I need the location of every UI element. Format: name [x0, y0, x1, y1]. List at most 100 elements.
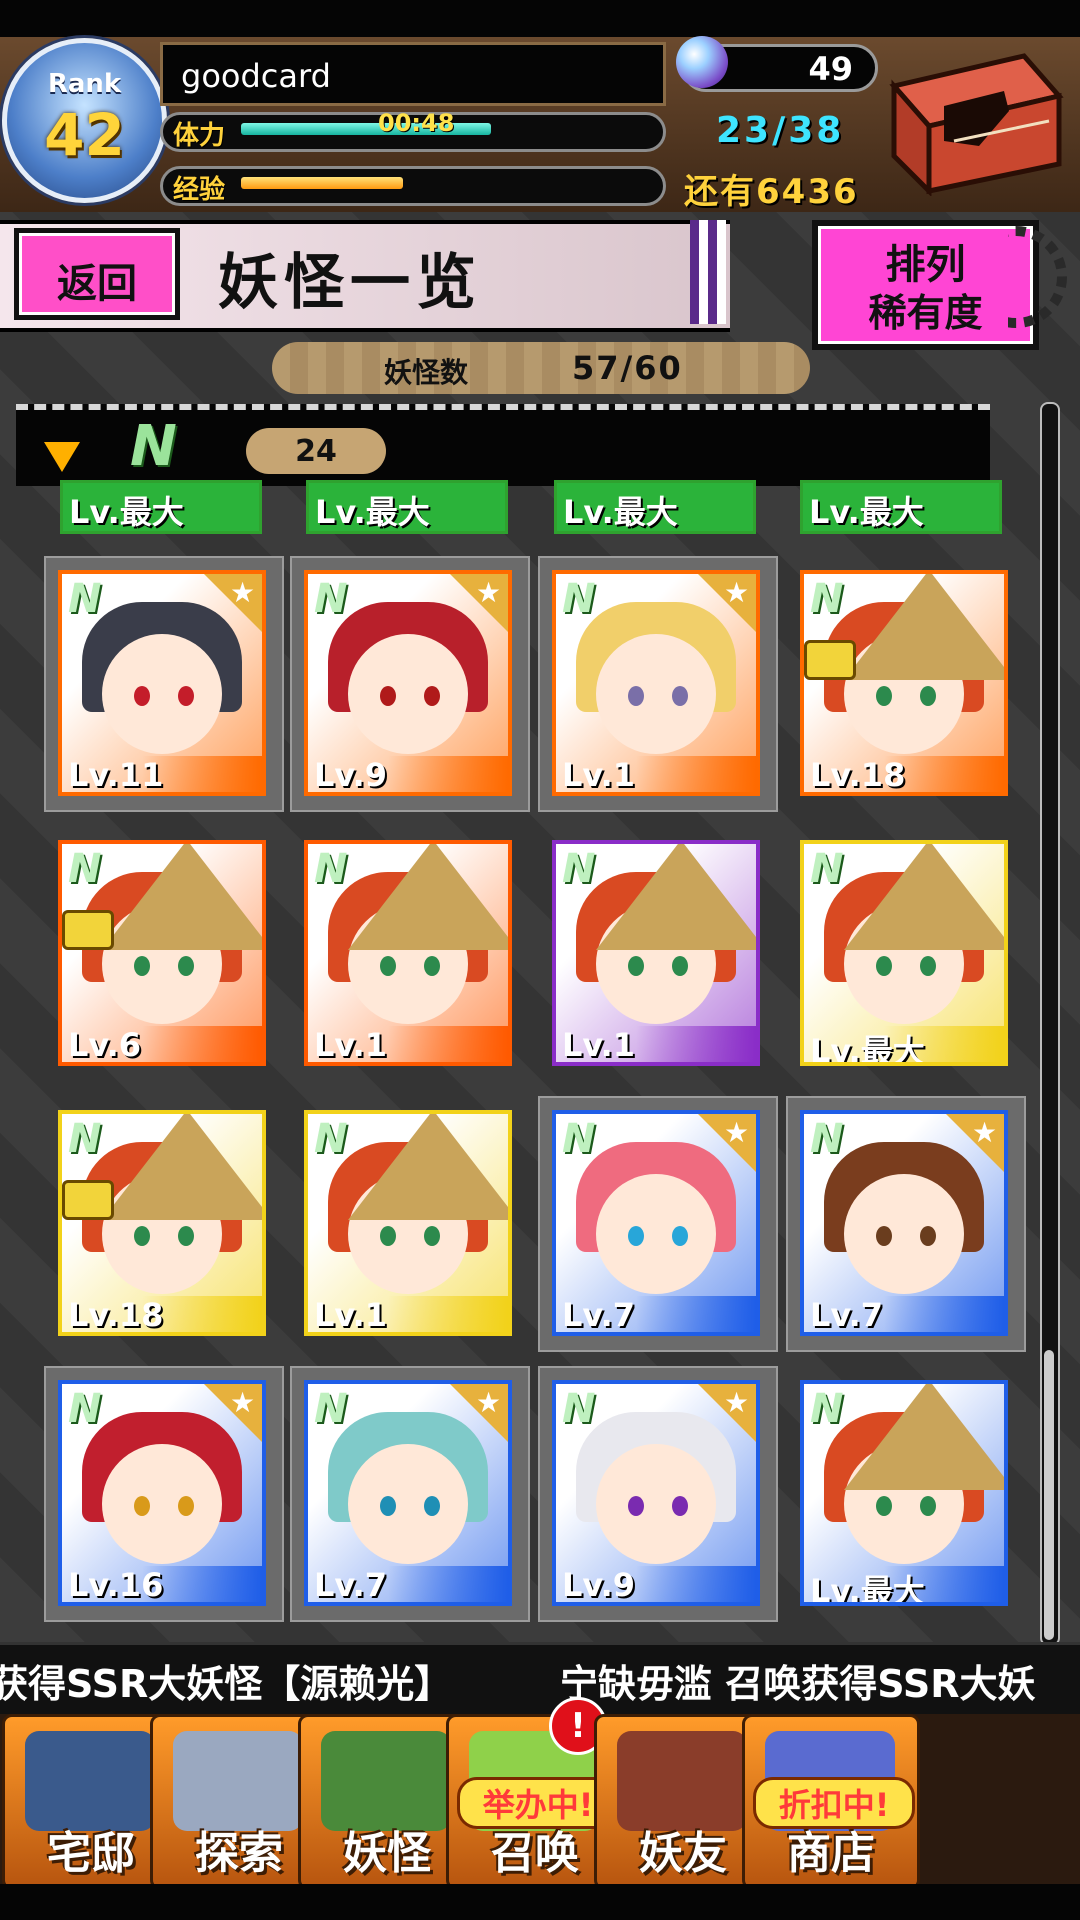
star-icon: ★: [698, 1384, 756, 1442]
card-level: Lv.6: [68, 1026, 142, 1064]
portrait-eye: [672, 1496, 688, 1516]
card-rarity: N: [68, 576, 102, 622]
gem-orb-icon: [676, 36, 728, 88]
yokai-card[interactable]: N Lv.18: [58, 1110, 266, 1336]
card-level: Lv.最大: [563, 493, 678, 531]
portrait-eye: [920, 686, 936, 706]
portrait-eye: [628, 1496, 644, 1516]
exp-remaining: 还有6436: [684, 172, 859, 212]
page-title: 妖怪一览: [218, 248, 482, 318]
stamina-timer: 00:48: [378, 109, 455, 137]
star-icon: ★: [450, 1384, 508, 1442]
partial-card[interactable]: Lv.最大: [306, 480, 508, 534]
card-level-band: Lv.最大: [804, 1566, 1004, 1602]
portrait-eye: [876, 1226, 892, 1246]
nav-5-button[interactable]: 商店 折扣中!: [742, 1714, 920, 1890]
portrait-face: [348, 634, 468, 754]
portrait-eye: [672, 1226, 688, 1246]
yokai-card[interactable]: N ★ Lv.9: [552, 1380, 760, 1606]
portrait-eye: [920, 956, 936, 976]
card-level: Lv.1: [314, 1296, 388, 1334]
card-level-band: Lv.6: [62, 1026, 262, 1062]
back-button[interactable]: 返回: [14, 228, 180, 320]
house-icon: [25, 1731, 155, 1831]
card-rarity: N: [68, 1116, 102, 1162]
card-rarity: N: [810, 1386, 844, 1432]
lock-icon: [62, 1180, 114, 1220]
portrait-eye: [134, 686, 150, 706]
card-rarity: N: [562, 1386, 596, 1432]
partial-card[interactable]: Lv.最大: [554, 480, 756, 534]
card-level: Lv.18: [810, 756, 906, 794]
lock-icon: [62, 910, 114, 950]
portrait-eye: [380, 686, 396, 706]
card-level: Lv.1: [562, 1026, 636, 1064]
card-rarity: N: [810, 846, 844, 892]
portrait-eye: [876, 956, 892, 976]
yokai-card[interactable]: N ★ Lv.7: [552, 1110, 760, 1336]
gem-count: 49: [808, 50, 853, 88]
yokai-card[interactable]: N ★ Lv.7: [800, 1110, 1008, 1336]
collapse-triangle-icon: [44, 442, 80, 472]
yokai-count-value: 57/60: [572, 349, 683, 387]
card-rarity: N: [810, 576, 844, 622]
rank-label: Rank: [47, 69, 122, 99]
yokai-card[interactable]: N ★ Lv.9: [304, 570, 512, 796]
rarity-section-header[interactable]: N 24: [16, 404, 990, 486]
rank-value: 42: [44, 101, 125, 169]
yokai-card[interactable]: N Lv.1: [552, 840, 760, 1066]
yokai-card[interactable]: N ★ Lv.16: [58, 1380, 266, 1606]
card-level-band: Lv.1: [556, 756, 756, 792]
card-level-band: Lv.9: [556, 1566, 756, 1602]
portrait-eye: [876, 1496, 892, 1516]
yokai-card[interactable]: N Lv.1: [304, 840, 512, 1066]
portrait-eye: [628, 1226, 644, 1246]
portrait-face: [102, 1444, 222, 1564]
card-level-band: Lv.1: [556, 1026, 756, 1062]
card-level: Lv.1: [314, 1026, 388, 1064]
yokai-count: 妖怪数 57/60: [272, 342, 810, 394]
star-icon: ★: [204, 1384, 262, 1442]
yokai-card[interactable]: N Lv.18: [800, 570, 1008, 796]
star-icon: ★: [450, 574, 508, 632]
portrait-eye: [672, 686, 688, 706]
yokai-card[interactable]: N ★ Lv.11: [58, 570, 266, 796]
scrollbar-thumb[interactable]: [1044, 1350, 1054, 1640]
section-count: 24: [246, 428, 386, 474]
player-name: goodcard: [181, 57, 331, 95]
card-level-band: Lv.18: [804, 756, 1004, 792]
yokai-card[interactable]: N Lv.最大: [800, 840, 1008, 1066]
yokai-card[interactable]: N ★ Lv.7: [304, 1380, 512, 1606]
portrait-eye: [920, 1226, 936, 1246]
rank-badge[interactable]: Rank 42: [2, 38, 167, 203]
yokai-card[interactable]: N Lv.1: [304, 1110, 512, 1336]
partial-card[interactable]: Lv.最大: [60, 480, 262, 534]
gear-icon: [1008, 226, 1067, 328]
card-rarity: N: [314, 1386, 348, 1432]
card-rarity: N: [68, 846, 102, 892]
yokai-card[interactable]: N ★ Lv.1: [552, 570, 760, 796]
nav-badge: 折扣中!: [753, 1777, 915, 1829]
ticker-text-2: 宁缺毋滥 召唤获得SSR大妖: [560, 1662, 1036, 1706]
card-rarity: N: [562, 576, 596, 622]
portrait-eye: [178, 1226, 194, 1246]
news-ticker: 获得SSR大妖怪【源赖光】 宁缺毋滥 召唤获得SSR大妖: [0, 1642, 1080, 1720]
portrait-face: [102, 634, 222, 754]
portrait-face: [596, 634, 716, 754]
system-bar: [0, 1884, 1080, 1920]
card-rarity: N: [314, 576, 348, 622]
stamina-bar: 体力 00:48: [160, 109, 666, 152]
star-icon: ★: [698, 574, 756, 632]
yokai-card[interactable]: N Lv.6: [58, 840, 266, 1066]
treasure-chest-icon[interactable]: [884, 46, 1064, 196]
yokai-card[interactable]: N Lv.最大: [800, 1380, 1008, 1606]
partial-card[interactable]: Lv.最大: [800, 480, 1002, 534]
card-level: Lv.7: [314, 1566, 388, 1604]
portrait-eye: [424, 686, 440, 706]
card-rarity: N: [314, 846, 348, 892]
exp-fill: [241, 177, 403, 189]
star-icon: ★: [698, 1114, 756, 1172]
portrait-eye: [178, 1496, 194, 1516]
sort-button[interactable]: 排列 稀有度: [812, 220, 1039, 350]
card-level: Lv.最大: [69, 493, 184, 531]
